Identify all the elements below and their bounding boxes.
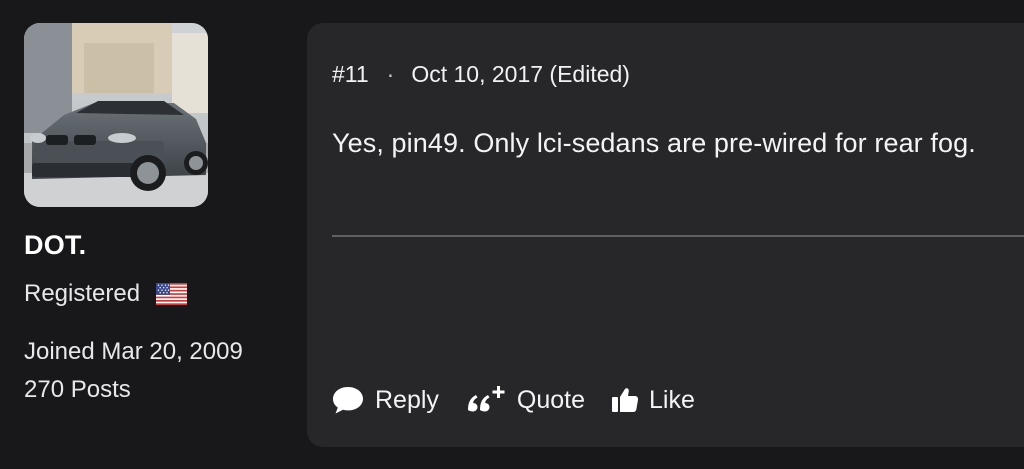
user-avatar[interactable]: [24, 23, 208, 207]
user-role: Registered: [24, 280, 141, 307]
like-button[interactable]: Like: [611, 386, 695, 415]
like-label: Like: [649, 385, 695, 414]
thumbs-up-icon: [611, 386, 639, 414]
post-actions: Reply Quote Like: [331, 385, 695, 415]
quote-label: Quote: [516, 385, 586, 414]
forum-post-page: DOT. Registered Joined Mar 20, 2009 270 …: [0, 0, 1024, 469]
post-divider: [332, 235, 1024, 237]
meta-separator: ·: [386, 61, 395, 87]
user-joined-date: Joined Mar 20, 2009: [24, 338, 243, 365]
post-number-link[interactable]: #11: [332, 61, 369, 88]
us-flag-icon: [156, 283, 188, 305]
reply-label: Reply: [375, 385, 439, 414]
post-meta: #11 · Oct 10, 2017 (Edited): [332, 61, 630, 88]
username[interactable]: DOT.: [24, 230, 86, 261]
user-role-row: Registered: [24, 280, 188, 308]
car-avatar-image: [24, 23, 208, 207]
speech-bubble-icon: [331, 385, 365, 415]
post-card: #11 · Oct 10, 2017 (Edited) Yes, pin49. …: [307, 23, 1024, 447]
quote-plus-icon: [465, 385, 507, 415]
quote-button[interactable]: Quote: [465, 385, 585, 415]
user-post-count[interactable]: 270 Posts: [24, 376, 131, 404]
reply-button[interactable]: Reply: [331, 385, 439, 415]
post-date: Oct 10, 2017 (Edited): [411, 61, 630, 87]
post-body: Yes, pin49. Only lci-sedans are pre-wire…: [332, 128, 976, 158]
